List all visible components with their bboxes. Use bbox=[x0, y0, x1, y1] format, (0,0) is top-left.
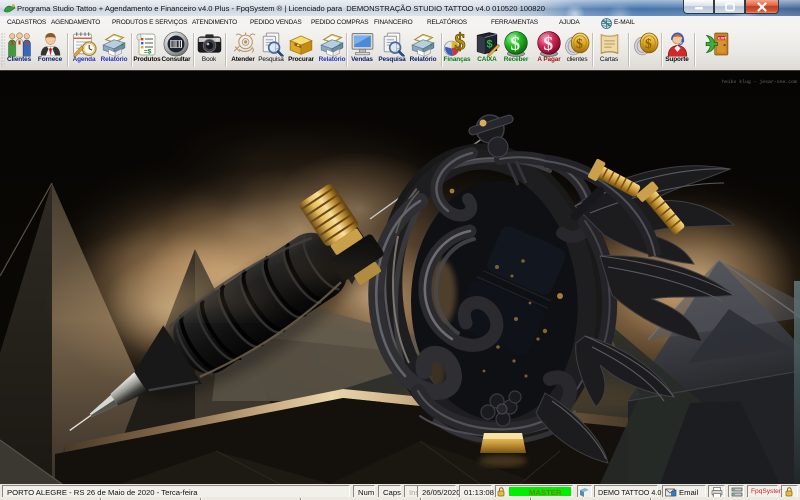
svg-text:heiko klug - jesar-one.com: heiko klug - jesar-one.com bbox=[722, 79, 797, 85]
